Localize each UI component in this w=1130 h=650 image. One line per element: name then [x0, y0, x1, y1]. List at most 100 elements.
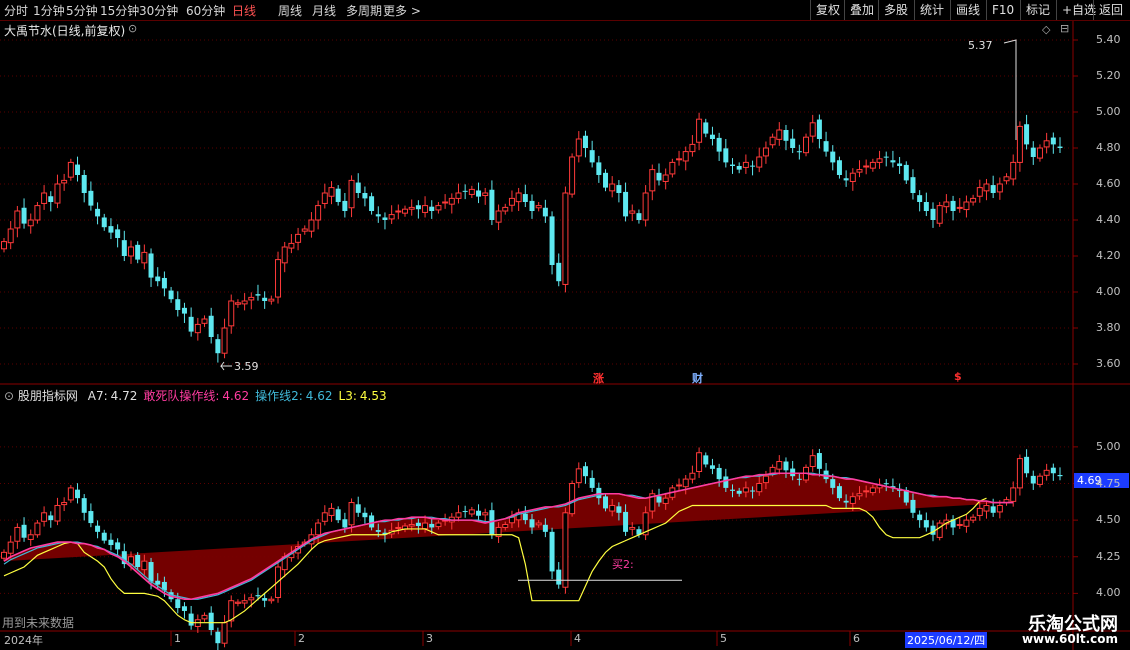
main-candle-body [776, 129, 783, 140]
ind-candle-body [101, 532, 107, 541]
main-candle-body [268, 298, 275, 302]
indicator-header: ⊙ 股朋指标网 A7: 4.72 敢死队操作线: 4.62 操作线2: 4.62 L3: 4.… [4, 387, 387, 404]
ind-candle-body [181, 606, 187, 611]
chevron-down-icon[interactable]: ⊙ [4, 389, 14, 403]
future-data-note: 用到未来数据 [2, 616, 75, 630]
main-candle-body [596, 162, 602, 175]
ind-candle-body [75, 489, 81, 499]
ind-candle-body [1016, 458, 1023, 489]
ind-candle-body [696, 452, 703, 472]
ind-candle-body [1036, 475, 1043, 485]
ind-candle-body [830, 479, 836, 488]
main-candle-body [115, 229, 121, 238]
main-candle-body [315, 205, 322, 221]
main-candle-body [816, 119, 822, 139]
ind-candle-body [623, 511, 629, 532]
main-candle-body [623, 191, 629, 217]
main-candle-body [603, 172, 609, 188]
main-y-tick-label: 3.60 [1096, 357, 1121, 370]
ind-candle-body [796, 478, 802, 480]
ind-candle-body [616, 506, 622, 513]
main-y-tick-label: 3.80 [1096, 321, 1121, 334]
ind-candle-body [736, 490, 742, 494]
main-candle-body [7, 228, 14, 244]
ind-candle-body [476, 510, 482, 516]
x-tick-label: 2025/06/12/四 [905, 632, 988, 648]
ind-candle-body [849, 496, 856, 504]
ind-candle-body [395, 526, 402, 529]
main-candle-body [970, 197, 977, 203]
main-candle-body [288, 242, 295, 249]
ind-candle-body [7, 541, 14, 554]
main-candle-body [709, 134, 715, 139]
ind-candle-body [422, 522, 429, 530]
main-candle-body [175, 299, 181, 310]
ind-candle-body [482, 512, 489, 516]
main-candle-body [910, 177, 916, 193]
main-candle-body [996, 183, 1003, 193]
main-candle-body [963, 201, 970, 211]
chevron-down-icon[interactable]: ⊙ [128, 22, 137, 35]
main-candle-body [756, 156, 763, 168]
main-candle-body [262, 297, 268, 301]
ind-candle-body [917, 514, 923, 521]
ind-candle-body [562, 512, 569, 588]
main-candle-body [208, 315, 214, 337]
main-candle-body [402, 208, 409, 214]
indicator-name: 股朋指标网 [17, 389, 78, 403]
main-candle-body [168, 290, 174, 300]
high-price-annotation: 5.37 [968, 39, 993, 52]
main-chart-title: 大禹节水(日线,前复权) [4, 24, 126, 38]
ind-candle-body [1030, 475, 1036, 484]
main-candle-body [535, 205, 542, 209]
main-candle-body [155, 276, 161, 282]
main-candle-body [502, 206, 509, 212]
main-candle-body [649, 169, 656, 192]
ind-candle-body [255, 595, 261, 597]
main-candle-body [108, 226, 114, 233]
event-marker-finance[interactable]: 财 [692, 370, 703, 386]
main-candle-body [923, 202, 929, 211]
main-candle-body [917, 195, 923, 202]
ind-candle-body [529, 519, 535, 528]
main-y-tick-label: 4.40 [1096, 213, 1121, 226]
main-candle-body [67, 161, 74, 178]
ind-candle-body [462, 511, 468, 513]
ind-candle-body [27, 534, 34, 540]
ind-candle-body [1024, 456, 1030, 474]
main-candle-body [676, 158, 683, 161]
watermark-url: www.60lt.com [1021, 632, 1118, 646]
ind-candle-body [936, 522, 943, 538]
ind-candle-body [575, 468, 582, 484]
main-candle-body [101, 217, 107, 228]
event-marker-rise[interactable]: 涨 [593, 370, 604, 386]
main-candle-body [148, 253, 154, 278]
ind-candle-body [1050, 467, 1056, 474]
ind-candle-body [983, 504, 990, 512]
ind-candle-body [742, 487, 749, 493]
ind-y-tick-label: 4.00 [1096, 586, 1121, 600]
main-candle-body [415, 205, 421, 210]
main-candle-body [54, 183, 61, 204]
main-candle-body [716, 137, 722, 152]
event-marker-dividend[interactable]: $ [954, 370, 962, 383]
ind-candle-body [48, 515, 54, 521]
ind-candle-body [1010, 487, 1017, 502]
main-candle-body [482, 192, 489, 197]
ind-candle-body [723, 476, 729, 488]
diamond-icon[interactable]: ◇ [1042, 23, 1050, 36]
main-candle-body [181, 307, 187, 314]
ind-candle-body [836, 486, 842, 499]
main-candle-body [662, 174, 669, 182]
main-candle-body [248, 296, 255, 301]
main-candle-body [796, 151, 802, 153]
main-candle-body [382, 217, 388, 220]
panel-toggle-icon[interactable]: ⊟ [1060, 22, 1069, 35]
ind-candle-body [21, 524, 27, 538]
ind-candle-body [335, 509, 341, 521]
low-price-annotation: 3.59 [234, 360, 259, 373]
main-candle-body [508, 197, 515, 206]
chart-canvas[interactable] [0, 0, 1130, 650]
ind-candle-body [535, 522, 542, 526]
ind-candle-body [342, 519, 348, 528]
